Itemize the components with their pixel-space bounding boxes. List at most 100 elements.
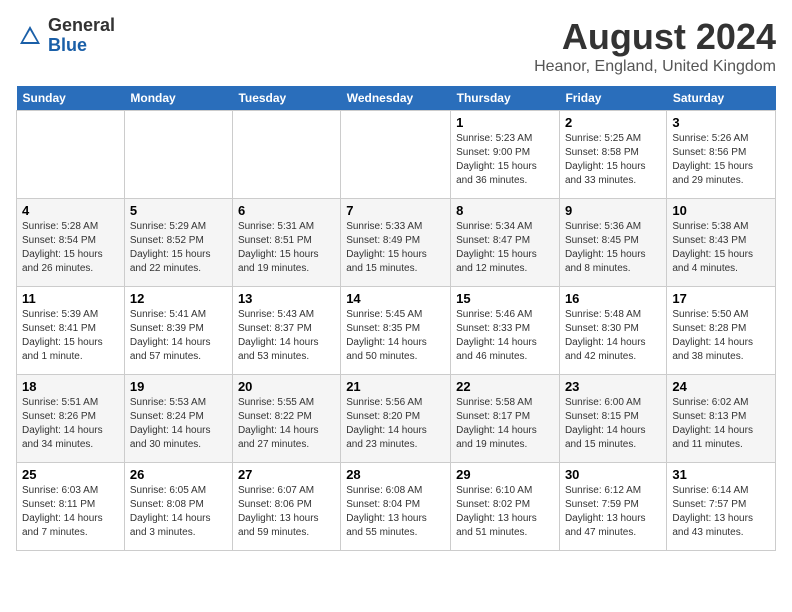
weekday-header: Tuesday (232, 86, 340, 111)
day-number: 18 (22, 379, 119, 394)
day-info: Sunrise: 5:26 AM Sunset: 8:56 PM Dayligh… (672, 132, 770, 188)
calendar-cell: 19 Sunrise: 5:53 AM Sunset: 8:24 PM Dayli… (124, 375, 232, 463)
calendar-cell: 20 Sunrise: 5:55 AM Sunset: 8:22 PM Dayli… (232, 375, 340, 463)
day-info: Sunrise: 5:39 AM Sunset: 8:41 PM Dayligh… (22, 308, 119, 364)
day-number: 8 (456, 203, 554, 218)
day-info: Sunrise: 6:08 AM Sunset: 8:04 PM Dayligh… (346, 484, 445, 540)
calendar-cell: 1 Sunrise: 5:23 AM Sunset: 9:00 PM Daylig… (451, 111, 560, 199)
calendar-cell: 30Sunrise: 6:12 AM Sunset: 7:59 PM Dayli… (559, 463, 666, 551)
day-number: 5 (130, 203, 227, 218)
calendar-cell (124, 111, 232, 199)
day-number: 19 (130, 379, 227, 394)
calendar-week-row: 11 Sunrise: 5:39 AM Sunset: 8:41 PM Dayli… (17, 287, 776, 375)
day-info: Sunrise: 5:46 AM Sunset: 8:33 PM Dayligh… (456, 308, 554, 364)
calendar-cell: 4Sunrise: 5:28 AM Sunset: 8:54 PM Daylig… (17, 199, 125, 287)
day-number: 21 (346, 379, 445, 394)
calendar-cell (17, 111, 125, 199)
day-info: Sunrise: 6:07 AM Sunset: 8:06 PM Dayligh… (238, 484, 335, 540)
calendar-week-row: 18 Sunrise: 5:51 AM Sunset: 8:26 PM Dayli… (17, 375, 776, 463)
logo-text: General Blue (48, 16, 115, 56)
calendar-cell: 27 Sunrise: 6:07 AM Sunset: 8:06 PM Dayli… (232, 463, 340, 551)
day-number: 6 (238, 203, 335, 218)
logo-icon (16, 22, 44, 50)
day-number: 15 (456, 291, 554, 306)
weekday-header: Sunday (17, 86, 125, 111)
day-number: 2 (565, 115, 661, 130)
day-info: Sunrise: 5:23 AM Sunset: 9:00 PM Dayligh… (456, 132, 554, 188)
day-info: Sunrise: 5:53 AM Sunset: 8:24 PM Dayligh… (130, 396, 227, 452)
weekday-header: Wednesday (341, 86, 451, 111)
day-info: Sunrise: 5:56 AM Sunset: 8:20 PM Dayligh… (346, 396, 445, 452)
calendar-cell (341, 111, 451, 199)
weekday-header: Thursday (451, 86, 560, 111)
day-number: 13 (238, 291, 335, 306)
day-number: 17 (672, 291, 770, 306)
title-block: August 2024 Heanor, England, United King… (534, 16, 776, 76)
day-info: Sunrise: 5:41 AM Sunset: 8:39 PM Dayligh… (130, 308, 227, 364)
weekday-header-row: SundayMondayTuesdayWednesdayThursdayFrid… (17, 86, 776, 111)
day-number: 26 (130, 467, 227, 482)
calendar-week-row: 1 Sunrise: 5:23 AM Sunset: 9:00 PM Daylig… (17, 111, 776, 199)
day-info: Sunrise: 5:51 AM Sunset: 8:26 PM Dayligh… (22, 396, 119, 452)
day-info: Sunrise: 6:14 AM Sunset: 7:57 PM Dayligh… (672, 484, 770, 540)
day-number: 30 (565, 467, 661, 482)
day-info: Sunrise: 6:00 AM Sunset: 8:15 PM Dayligh… (565, 396, 661, 452)
day-number: 7 (346, 203, 445, 218)
calendar-cell: 14 Sunrise: 5:45 AM Sunset: 8:35 PM Dayli… (341, 287, 451, 375)
calendar-cell: 24Sunrise: 6:02 AM Sunset: 8:13 PM Dayli… (667, 375, 776, 463)
calendar-cell: 28Sunrise: 6:08 AM Sunset: 8:04 PM Dayli… (341, 463, 451, 551)
calendar-cell: 3Sunrise: 5:26 AM Sunset: 8:56 PM Daylig… (667, 111, 776, 199)
day-info: Sunrise: 5:48 AM Sunset: 8:30 PM Dayligh… (565, 308, 661, 364)
day-info: Sunrise: 5:43 AM Sunset: 8:37 PM Dayligh… (238, 308, 335, 364)
day-info: Sunrise: 5:36 AM Sunset: 8:45 PM Dayligh… (565, 220, 661, 276)
calendar-cell: 12Sunrise: 5:41 AM Sunset: 8:39 PM Dayli… (124, 287, 232, 375)
day-number: 11 (22, 291, 119, 306)
calendar-cell: 31 Sunrise: 6:14 AM Sunset: 7:57 PM Dayli… (667, 463, 776, 551)
day-info: Sunrise: 6:05 AM Sunset: 8:08 PM Dayligh… (130, 484, 227, 540)
calendar-cell: 16 Sunrise: 5:48 AM Sunset: 8:30 PM Dayli… (559, 287, 666, 375)
day-info: Sunrise: 5:28 AM Sunset: 8:54 PM Dayligh… (22, 220, 119, 276)
calendar-cell: 25Sunrise: 6:03 AM Sunset: 8:11 PM Dayli… (17, 463, 125, 551)
day-number: 23 (565, 379, 661, 394)
day-number: 29 (456, 467, 554, 482)
calendar-cell: 15 Sunrise: 5:46 AM Sunset: 8:33 PM Dayli… (451, 287, 560, 375)
day-number: 16 (565, 291, 661, 306)
calendar-cell: 6 Sunrise: 5:31 AM Sunset: 8:51 PM Daylig… (232, 199, 340, 287)
day-number: 1 (456, 115, 554, 130)
day-info: Sunrise: 5:33 AM Sunset: 8:49 PM Dayligh… (346, 220, 445, 276)
day-info: Sunrise: 5:45 AM Sunset: 8:35 PM Dayligh… (346, 308, 445, 364)
day-info: Sunrise: 5:31 AM Sunset: 8:51 PM Dayligh… (238, 220, 335, 276)
day-info: Sunrise: 5:38 AM Sunset: 8:43 PM Dayligh… (672, 220, 770, 276)
logo: General Blue (16, 16, 115, 56)
day-info: Sunrise: 6:10 AM Sunset: 8:02 PM Dayligh… (456, 484, 554, 540)
calendar-cell: 2 Sunrise: 5:25 AM Sunset: 8:58 PM Daylig… (559, 111, 666, 199)
day-info: Sunrise: 5:25 AM Sunset: 8:58 PM Dayligh… (565, 132, 661, 188)
day-info: Sunrise: 5:55 AM Sunset: 8:22 PM Dayligh… (238, 396, 335, 452)
calendar-cell: 17Sunrise: 5:50 AM Sunset: 8:28 PM Dayli… (667, 287, 776, 375)
calendar-cell: 8 Sunrise: 5:34 AM Sunset: 8:47 PM Daylig… (451, 199, 560, 287)
day-info: Sunrise: 5:29 AM Sunset: 8:52 PM Dayligh… (130, 220, 227, 276)
logo-blue: Blue (48, 35, 87, 55)
header: General Blue August 2024 Heanor, England… (16, 16, 776, 76)
calendar-cell: 29 Sunrise: 6:10 AM Sunset: 8:02 PM Dayli… (451, 463, 560, 551)
calendar-cell: 7 Sunrise: 5:33 AM Sunset: 8:49 PM Daylig… (341, 199, 451, 287)
day-info: Sunrise: 5:34 AM Sunset: 8:47 PM Dayligh… (456, 220, 554, 276)
calendar-cell: 5 Sunrise: 5:29 AM Sunset: 8:52 PM Daylig… (124, 199, 232, 287)
calendar-cell: 11 Sunrise: 5:39 AM Sunset: 8:41 PM Dayli… (17, 287, 125, 375)
day-number: 22 (456, 379, 554, 394)
calendar-cell: 23 Sunrise: 6:00 AM Sunset: 8:15 PM Dayli… (559, 375, 666, 463)
day-number: 31 (672, 467, 770, 482)
day-number: 27 (238, 467, 335, 482)
day-info: Sunrise: 5:58 AM Sunset: 8:17 PM Dayligh… (456, 396, 554, 452)
day-number: 14 (346, 291, 445, 306)
calendar-cell (232, 111, 340, 199)
day-number: 9 (565, 203, 661, 218)
day-info: Sunrise: 6:03 AM Sunset: 8:11 PM Dayligh… (22, 484, 119, 540)
calendar-cell: 26 Sunrise: 6:05 AM Sunset: 8:08 PM Dayli… (124, 463, 232, 551)
day-number: 20 (238, 379, 335, 394)
day-info: Sunrise: 6:02 AM Sunset: 8:13 PM Dayligh… (672, 396, 770, 452)
calendar-cell: 21 Sunrise: 5:56 AM Sunset: 8:20 PM Dayli… (341, 375, 451, 463)
calendar-cell: 22 Sunrise: 5:58 AM Sunset: 8:17 PM Dayli… (451, 375, 560, 463)
calendar-cell: 18 Sunrise: 5:51 AM Sunset: 8:26 PM Dayli… (17, 375, 125, 463)
weekday-header: Saturday (667, 86, 776, 111)
